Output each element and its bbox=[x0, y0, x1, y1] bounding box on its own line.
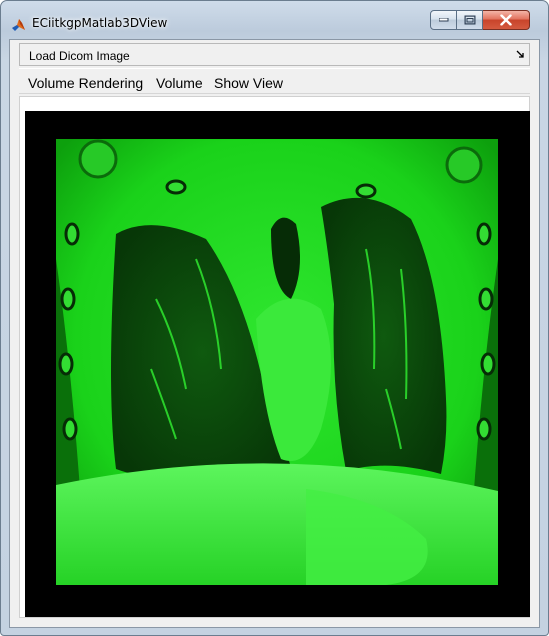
window-controls bbox=[430, 10, 538, 30]
matlab-icon bbox=[12, 19, 25, 31]
maximize-icon bbox=[464, 15, 475, 25]
image-viewer[interactable] bbox=[25, 111, 530, 617]
load-dicom-label[interactable]: Load Dicom Image bbox=[29, 49, 130, 63]
panel-arrow-icon[interactable] bbox=[516, 50, 525, 59]
ct-scan-image bbox=[56, 139, 498, 585]
menu-show-view[interactable]: Show View bbox=[214, 75, 283, 91]
app-window: ECiitkgpMatlab3DView Load Dicom Image Vo… bbox=[0, 0, 549, 636]
window-title: ECiitkgpMatlab3DView bbox=[32, 16, 168, 30]
minimize-icon bbox=[438, 18, 448, 22]
maximize-button[interactable] bbox=[457, 10, 483, 30]
menu-volume-rendering[interactable]: Volume Rendering bbox=[28, 75, 143, 91]
menu-volume[interactable]: Volume bbox=[156, 75, 203, 91]
close-icon bbox=[500, 14, 512, 26]
axes-panel bbox=[19, 96, 530, 618]
close-button[interactable] bbox=[483, 10, 530, 30]
title-bar[interactable]: ECiitkgpMatlab3DView bbox=[1, 1, 548, 39]
minimize-button[interactable] bbox=[430, 10, 457, 30]
figure-client-area: Load Dicom Image Volume Rendering Volume… bbox=[9, 39, 540, 628]
menu-bar: Volume Rendering Volume Show View bbox=[19, 68, 530, 94]
load-dicom-panel[interactable]: Load Dicom Image bbox=[19, 43, 530, 66]
